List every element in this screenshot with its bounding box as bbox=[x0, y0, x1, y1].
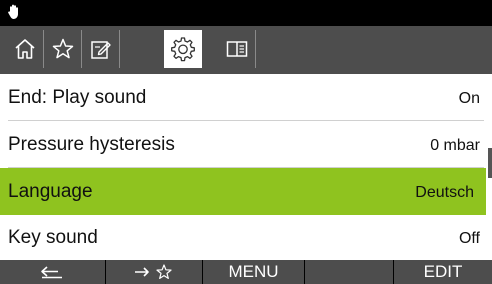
setting-end-play-sound[interactable]: End: Play sound On bbox=[8, 74, 484, 121]
setting-language[interactable]: Language Deutsch bbox=[0, 168, 486, 215]
menu-label: MENU bbox=[228, 262, 279, 281]
setting-label: Language bbox=[8, 181, 93, 202]
add-favorite-softkey[interactable] bbox=[106, 260, 203, 284]
edit-label: EDIT bbox=[423, 262, 463, 281]
tab-favorites[interactable] bbox=[44, 30, 82, 68]
setting-value: Off bbox=[458, 230, 480, 247]
setting-value: Deutsch bbox=[415, 184, 474, 201]
hand-icon bbox=[8, 4, 18, 19]
book-icon bbox=[226, 41, 247, 57]
setting-value: On bbox=[458, 90, 480, 107]
home-icon bbox=[14, 39, 35, 59]
arrow-star-icon bbox=[135, 264, 172, 279]
edit-softkey[interactable]: EDIT bbox=[394, 260, 492, 284]
back-arrow-icon bbox=[40, 266, 62, 279]
back-softkey[interactable] bbox=[0, 260, 106, 284]
star-icon bbox=[52, 38, 73, 59]
setting-value: 0 mbar bbox=[430, 137, 480, 154]
setting-label: End: Play sound bbox=[8, 87, 147, 108]
softkey-bar: MENU EDIT bbox=[0, 260, 492, 284]
settings-list: End: Play sound On Pressure hysteresis 0… bbox=[0, 74, 492, 260]
menu-softkey[interactable]: MENU bbox=[203, 260, 305, 284]
status-bar bbox=[0, 0, 492, 26]
setting-label: Key sound bbox=[8, 227, 98, 248]
tab-settings[interactable] bbox=[164, 30, 202, 68]
setting-pressure-hysteresis[interactable]: Pressure hysteresis 0 mbar bbox=[8, 121, 484, 168]
tab-edit[interactable] bbox=[82, 30, 120, 68]
gear-icon bbox=[171, 37, 195, 62]
setting-label: Pressure hysteresis bbox=[8, 134, 175, 155]
setting-key-sound[interactable]: Key sound Off bbox=[8, 214, 484, 261]
empty-softkey[interactable] bbox=[305, 260, 394, 284]
tab-bar bbox=[0, 26, 492, 74]
edit-icon bbox=[90, 41, 111, 59]
tab-home[interactable] bbox=[6, 30, 44, 68]
scrollbar[interactable] bbox=[488, 148, 492, 178]
tab-manual[interactable] bbox=[218, 30, 256, 68]
